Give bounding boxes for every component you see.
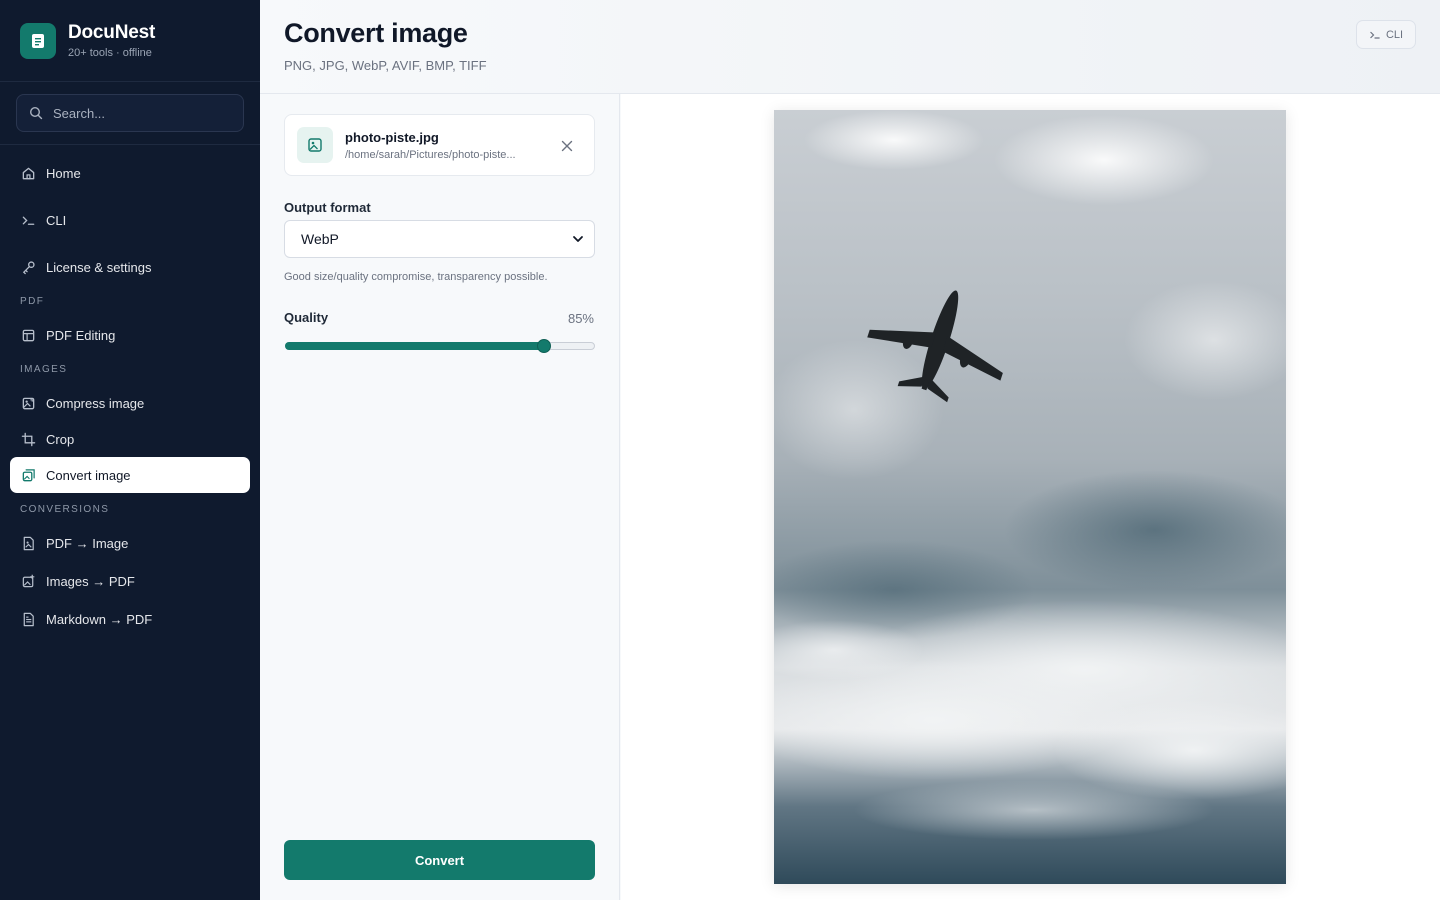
search-icon [29,106,43,120]
format-hint: Good size/quality compromise, transparen… [284,271,548,283]
sidebar-item-images-to-pdf[interactable]: Images → PDF [0,563,250,599]
slider-thumb[interactable] [537,339,551,353]
selected-file-card: photo-piste.jpg /home/sarah/Pictures/pho… [284,114,595,176]
terminal-icon [20,212,36,228]
section-label-pdf: PDF [20,295,45,307]
sidebar-item-label: Compress image [46,395,145,411]
page-subtitle: PNG, JPG, WebP, AVIF, BMP, TIFF [284,58,487,73]
output-format-select[interactable]: WebP [284,220,595,258]
page-title: Convert image [284,18,468,48]
sidebar-item-convert-image[interactable]: Convert image [10,457,250,493]
output-format-value: WebP [301,231,339,247]
chevron-down-icon [573,236,583,242]
preview-area [621,94,1440,900]
sidebar-item-pdf-editing[interactable]: PDF Editing [0,317,250,353]
options-panel: photo-piste.jpg /home/sarah/Pictures/pho… [260,94,620,900]
brand-title: DocuNest [68,22,156,43]
sidebar-item-label: Markdown → PDF [46,611,153,627]
terminal-icon [1370,31,1380,39]
section-label-conversions: CONVERSIONS [20,503,110,515]
cli-button-label: CLI [1385,28,1404,41]
image-preview [774,110,1286,884]
image-convert-icon [20,467,36,483]
quality-value: 85% [567,311,594,326]
close-icon[interactable] [558,137,576,155]
cli-button[interactable]: CLI [1356,20,1416,49]
brand: DocuNest 20+ tools · offline [0,0,260,82]
page-header: Convert image PNG, JPG, WebP, AVIF, BMP,… [260,0,1440,94]
output-format-label: Output format [284,200,371,215]
image-plus-icon [20,573,36,589]
sidebar-item-label: License & settings [46,259,152,275]
file-image-icon [20,535,36,551]
sidebar-item-cli[interactable]: CLI [0,202,250,238]
search-box[interactable] [16,94,244,132]
brand-subtitle: 20+ tools · offline [68,47,152,59]
layout-icon [20,327,36,343]
sidebar-nav: Home CLI License & settings PDF PDF Edit… [0,145,260,637]
section-label-images: IMAGES [20,363,68,375]
file-name: photo-piste.jpg [345,129,439,145]
key-icon [20,259,36,275]
sidebar-item-label: PDF → Image [46,535,129,551]
sidebar-item-label: Crop [46,431,75,447]
slider-fill [285,342,544,350]
sidebar-item-label: Images → PDF [46,573,135,589]
sidebar-item-label: CLI [46,212,67,228]
sidebar-item-label: PDF Editing [46,327,116,343]
search-input[interactable] [53,105,233,121]
image-compress-icon [20,395,36,411]
sidebar-item-license-settings[interactable]: License & settings [0,249,250,285]
sidebar-item-compress-image[interactable]: Compress image [0,385,250,421]
sidebar-item-pdf-to-image[interactable]: PDF → Image [0,525,250,561]
sidebar: DocuNest 20+ tools · offline Home CLI Li… [0,0,260,900]
quality-slider[interactable] [285,339,595,353]
sidebar-item-label: Home [46,165,81,181]
sidebar-item-markdown-to-pdf[interactable]: Markdown → PDF [0,601,250,637]
home-icon [20,165,36,181]
sidebar-item-crop[interactable]: Crop [0,421,250,457]
sidebar-item-home[interactable]: Home [0,155,250,191]
file-path: /home/sarah/Pictures/photo-piste... [345,148,516,161]
convert-button[interactable]: Convert [284,840,595,880]
quality-label: Quality [284,310,329,325]
sidebar-item-label: Convert image [46,467,131,483]
file-text-icon [20,611,36,627]
document-icon [20,22,56,59]
crop-icon [20,431,36,447]
image-icon [297,127,333,163]
